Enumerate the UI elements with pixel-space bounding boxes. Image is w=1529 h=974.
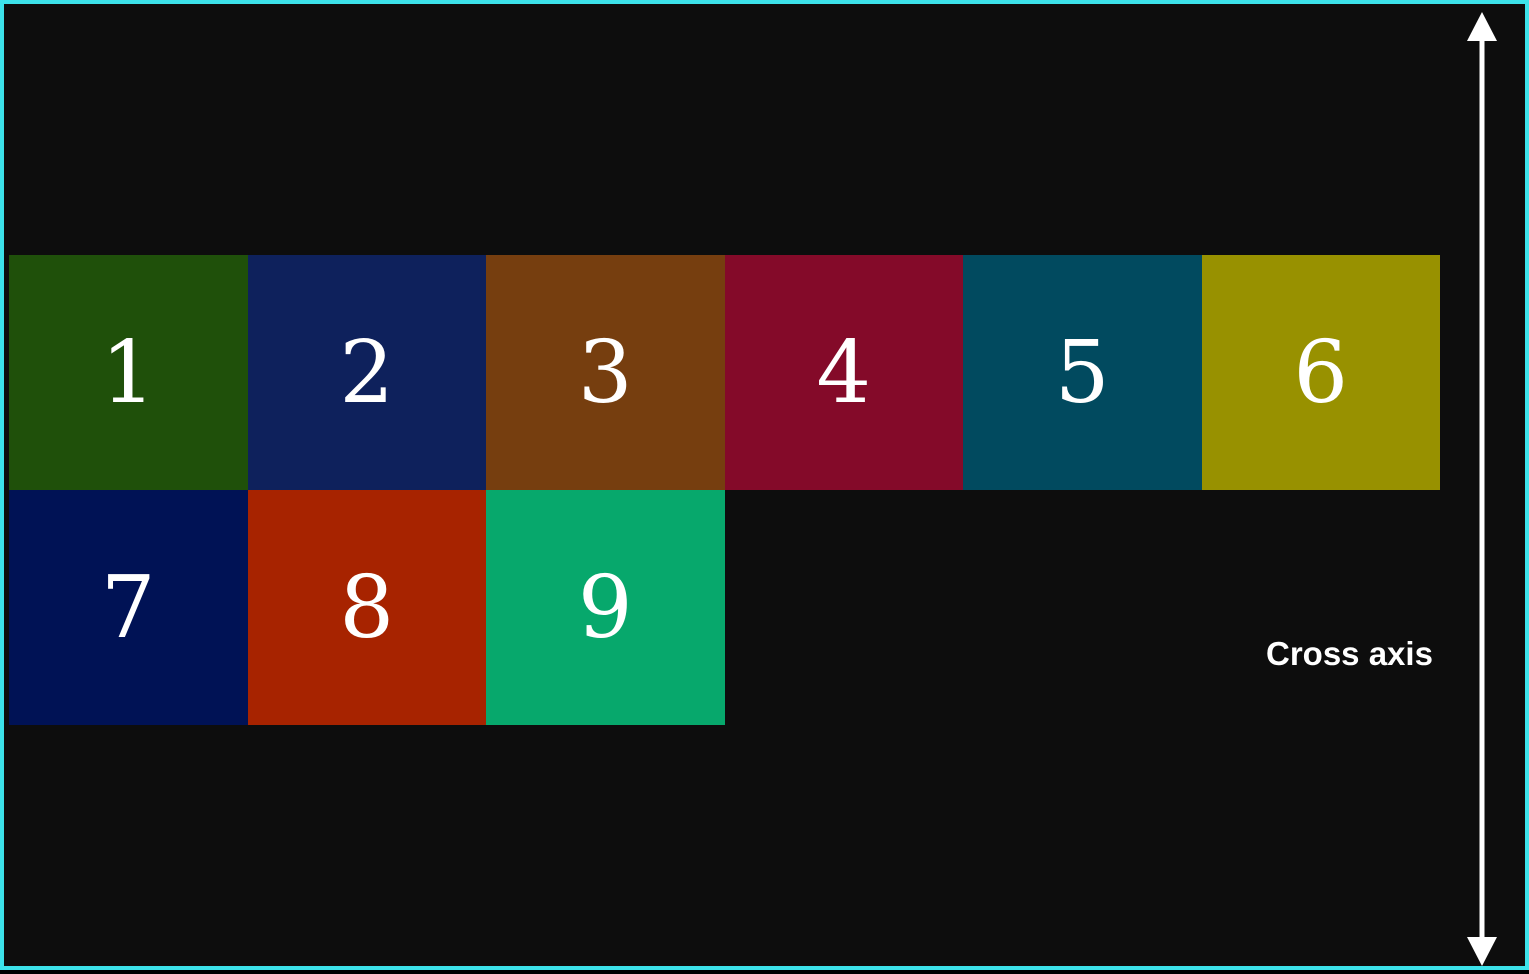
arrow-down-icon: [1467, 937, 1497, 966]
flex-item-6: 6: [1201, 255, 1440, 490]
flex-item-label: 8: [339, 557, 395, 658]
flex-item-1: 1: [9, 255, 248, 490]
flex-item-3: 3: [486, 255, 725, 490]
flex-item-7: 7: [9, 490, 248, 725]
flex-item-label: 4: [816, 322, 872, 423]
arrow-up-icon: [1467, 12, 1497, 41]
flex-item-2: 2: [247, 255, 486, 490]
flex-item-label: 3: [577, 322, 633, 423]
flex-item-label: 2: [339, 322, 395, 423]
flex-item-9: 9: [486, 490, 725, 725]
flex-container-frame: 1 2 3 4 5 6 7 8 9 Cross axis: [0, 0, 1529, 970]
flex-item-label: 5: [1054, 322, 1110, 423]
flex-item-4: 4: [724, 255, 963, 490]
flex-item-8: 8: [247, 490, 486, 725]
flex-item-label: 1: [100, 322, 156, 423]
cross-axis-label: Cross axis: [1266, 635, 1433, 672]
flex-item-label: 9: [577, 557, 633, 658]
cross-axis-arrow-icon: [1467, 12, 1497, 966]
flex-items-container: 1 2 3 4 5 6 7 8 9: [9, 255, 1440, 725]
flex-item-label: 7: [100, 557, 156, 658]
flex-item-label: 6: [1293, 322, 1349, 423]
flex-item-5: 5: [963, 255, 1202, 490]
